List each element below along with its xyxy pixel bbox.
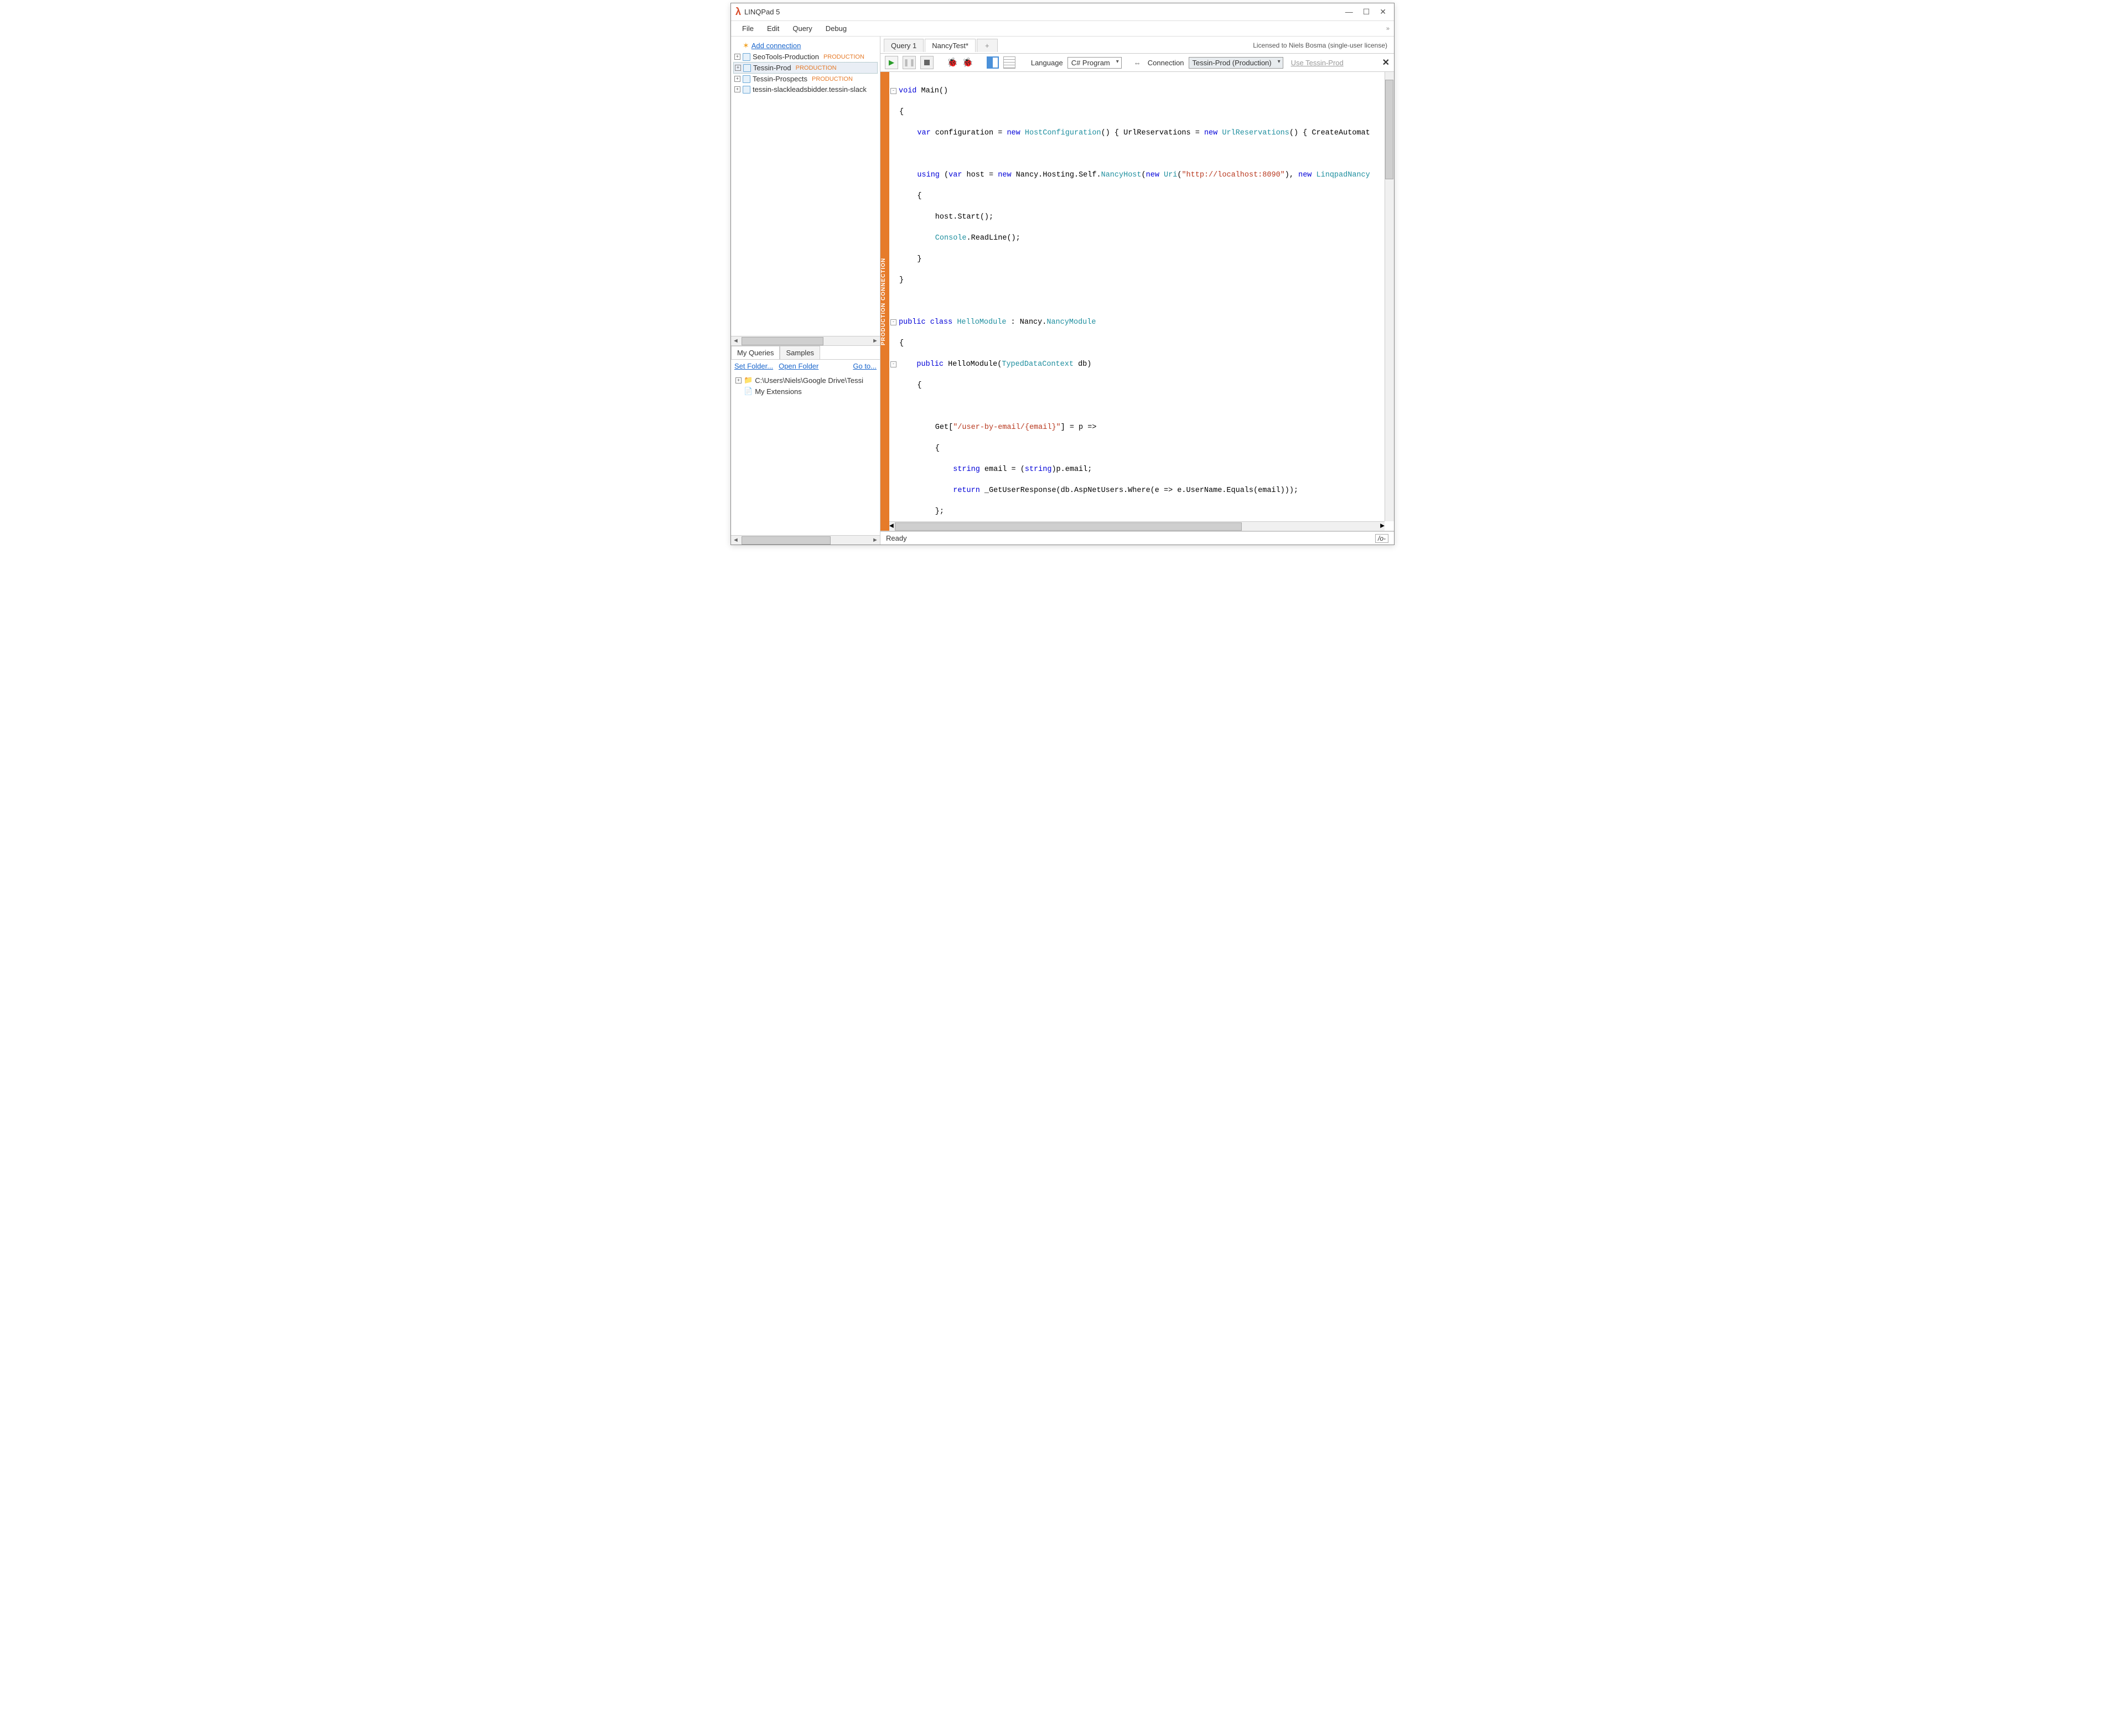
database-icon <box>743 64 751 72</box>
editor-vscroll[interactable] <box>1385 72 1394 521</box>
folder-path: C:\Users\Niels\Google Drive\Tessi <box>755 376 863 385</box>
database-icon <box>743 75 750 83</box>
expander-icon[interactable]: + <box>734 76 740 82</box>
tab-samples[interactable]: Samples <box>780 346 820 359</box>
add-connection-link[interactable]: Add connection <box>751 42 801 50</box>
window-title: LINQPad 5 <box>744 8 1345 16</box>
connections-hscroll[interactable]: ◄ ► <box>731 336 880 345</box>
layout-split-button[interactable] <box>987 56 999 69</box>
connection-tessin-prospects[interactable]: + Tessin-Prospects PRODUCTION <box>733 74 878 84</box>
database-icon <box>743 53 750 61</box>
status-ready: Ready <box>886 534 907 542</box>
layout-grid-button[interactable] <box>1003 56 1015 69</box>
goto-link[interactable]: Go to... <box>853 362 877 370</box>
menu-file[interactable]: File <box>737 23 759 34</box>
menu-edit[interactable]: Edit <box>761 23 785 34</box>
close-tab-button[interactable]: ✕ <box>1382 57 1390 68</box>
titlebar: λ LINQPad 5 — ☐ ✕ <box>731 3 1394 21</box>
close-button[interactable]: ✕ <box>1380 7 1386 17</box>
pause-button[interactable]: ❚❚ <box>903 56 916 69</box>
left-pane: ✶ Add connection + SeoTools-Production P… <box>731 37 880 545</box>
debug-blue-icon[interactable]: 🐞 <box>962 57 973 68</box>
connection-seotools[interactable]: + SeoTools-Production PRODUCTION <box>733 51 878 62</box>
production-tag: PRODUCTION <box>796 65 837 71</box>
right-pane: Query 1 NancyTest* + Licensed to Niels B… <box>880 37 1394 545</box>
use-connection-link[interactable]: Use Tessin-Prod <box>1291 59 1344 67</box>
connection-label: SeoTools-Production <box>753 53 819 61</box>
database-icon <box>743 86 750 94</box>
menubar: File Edit Query Debug » <box>731 21 1394 37</box>
connection-slackleads[interactable]: + tessin-slackleadsbidder.tessin-slack <box>733 84 878 95</box>
menu-debug[interactable]: Debug <box>820 23 852 34</box>
language-label: Language <box>1031 59 1063 67</box>
license-text: Licensed to Niels Bosma (single-user lic… <box>1253 42 1391 49</box>
menu-overflow-icon[interactable]: » <box>1386 25 1388 32</box>
connection-label: Tessin-Prospects <box>753 75 807 83</box>
connection-arrow-icon: ⇔ <box>1134 59 1141 67</box>
connection-tessin-prod[interactable]: + Tessin-Prod PRODUCTION <box>733 62 878 74</box>
folder-icon: 📁 <box>744 376 753 385</box>
expander-icon[interactable]: + <box>735 65 741 71</box>
connection-label: tessin-slackleadsbidder.tessin-slack <box>753 85 867 94</box>
set-folder-link[interactable]: Set Folder... <box>734 362 773 370</box>
queries-folder-row[interactable]: + 📁 C:\Users\Niels\Google Drive\Tessi <box>734 375 877 386</box>
file-icon: 📄 <box>744 387 753 396</box>
minimize-button[interactable]: — <box>1345 7 1353 17</box>
connection-select[interactable]: Tessin-Prod (Production) <box>1189 57 1283 69</box>
code-editor[interactable]: -void Main() { var configuration = new H… <box>889 72 1394 531</box>
tab-query1[interactable]: Query 1 <box>884 39 924 52</box>
production-tag: PRODUCTION <box>812 76 853 82</box>
maximize-button[interactable]: ☐ <box>1363 7 1370 17</box>
open-folder-link[interactable]: Open Folder <box>779 362 818 370</box>
production-tag: PRODUCTION <box>823 54 864 60</box>
stop-button[interactable] <box>920 56 934 69</box>
editor-hscroll[interactable]: ◄ ► <box>889 521 1385 531</box>
expander-icon[interactable]: + <box>734 86 740 92</box>
queries-hscroll[interactable]: ◄ ► <box>731 535 880 545</box>
language-select[interactable]: C# Program <box>1067 57 1122 69</box>
connection-label: Connection <box>1148 59 1184 67</box>
expander-icon[interactable]: + <box>735 377 742 384</box>
connections-tree: ✶ Add connection + SeoTools-Production P… <box>731 37 880 336</box>
my-extensions-row[interactable]: 📄 My Extensions <box>734 386 877 397</box>
sparkle-icon: ✶ <box>743 41 749 50</box>
statusbar: Ready /o- <box>880 531 1394 545</box>
app-window: λ LINQPad 5 — ☐ ✕ File Edit Query Debug … <box>730 3 1395 545</box>
add-connection-row[interactable]: ✶ Add connection <box>733 40 878 51</box>
tab-nancytest[interactable]: NancyTest* <box>925 39 976 52</box>
debug-red-icon[interactable]: 🐞 <box>947 57 958 68</box>
connection-label: Tessin-Prod <box>753 64 791 72</box>
queries-panel: My Queries Samples Set Folder... Open Fo… <box>731 345 880 545</box>
expander-icon[interactable]: + <box>734 54 740 60</box>
document-tabs: Query 1 NancyTest* + Licensed to Niels B… <box>880 37 1394 53</box>
production-strip: PRODUCTION CONNECTION <box>880 72 889 531</box>
toolbar: ▶ ❚❚ 🐞 🐞 Language C# Program ⇔ Connectio… <box>880 53 1394 72</box>
menu-query[interactable]: Query <box>787 23 817 34</box>
app-logo-icon: λ <box>735 6 741 18</box>
status-indicator: /o- <box>1375 534 1388 543</box>
run-button[interactable]: ▶ <box>885 56 898 69</box>
tab-my-queries[interactable]: My Queries <box>731 346 780 359</box>
tab-add-button[interactable]: + <box>977 39 998 52</box>
my-extensions-label: My Extensions <box>755 387 802 396</box>
